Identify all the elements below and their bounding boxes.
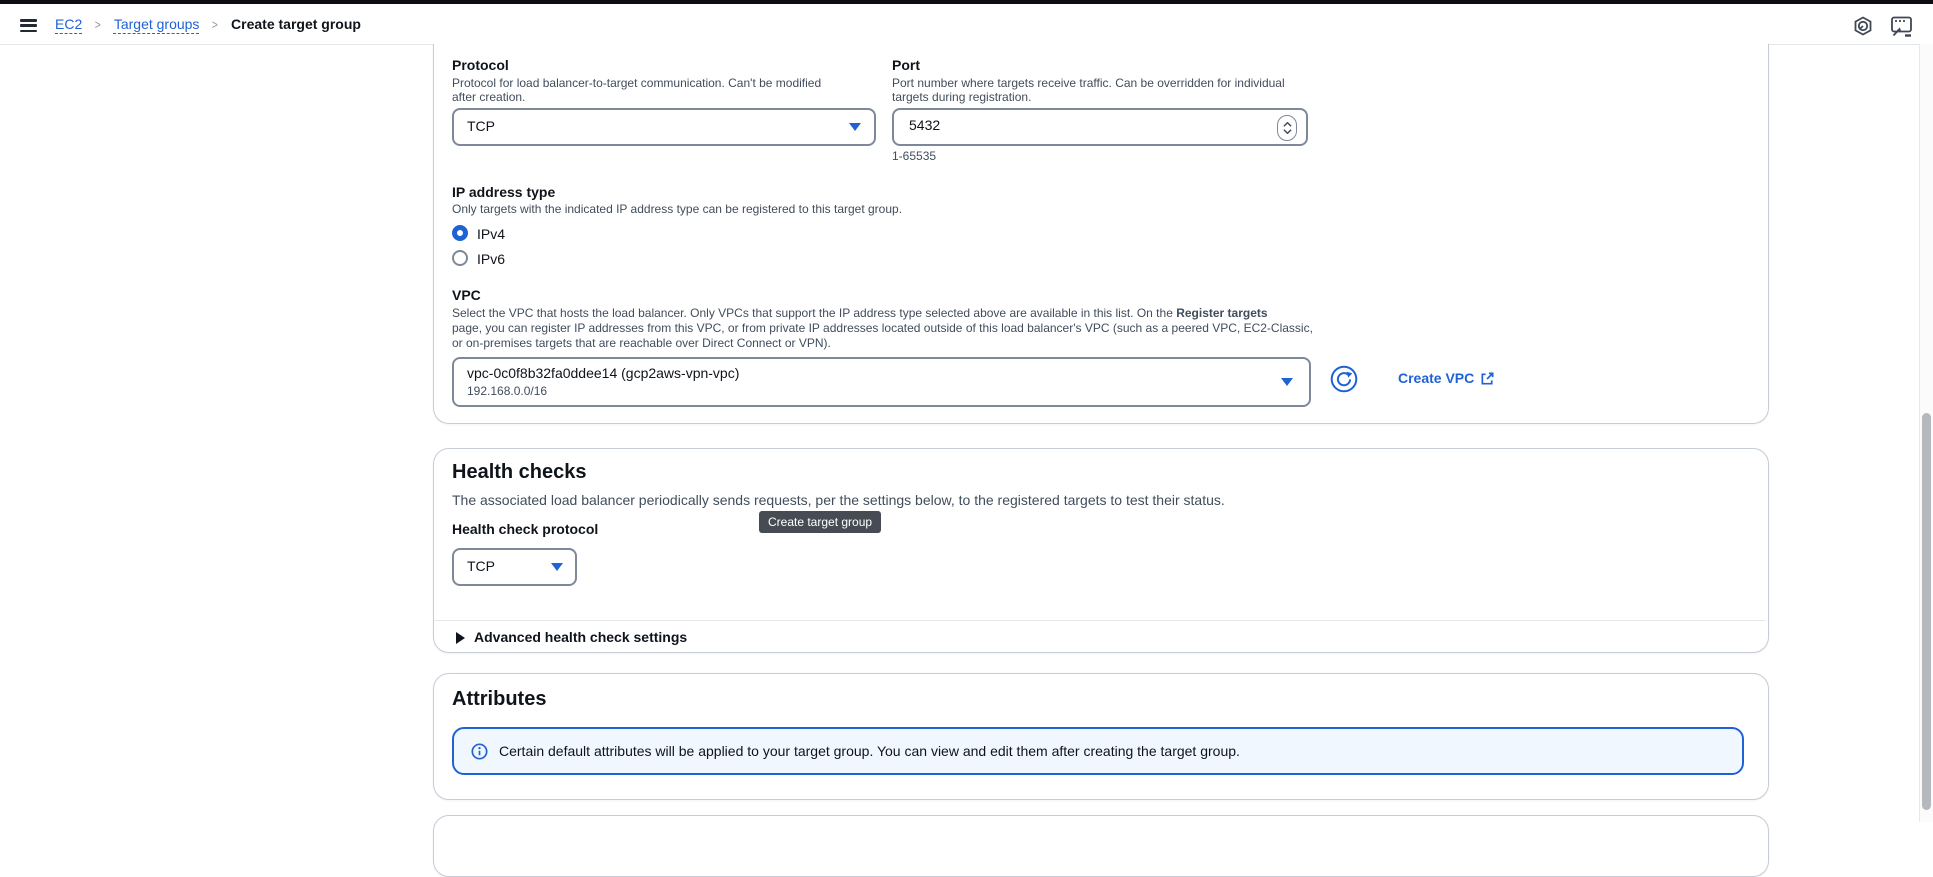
screen-control-icon[interactable] [1890,16,1914,42]
caret-down-icon [849,123,861,131]
protocol-select-value: TCP [467,118,495,134]
hamburger-menu-icon[interactable] [20,19,37,32]
health-check-protocol-label: Health check protocol [452,521,598,537]
chevron-right-icon: > [95,17,101,32]
protocol-select[interactable]: TCP [452,108,876,146]
info-icon [471,743,488,760]
section-divider [434,620,1766,621]
advanced-health-check-settings-expander[interactable]: Advanced health check settings [452,626,852,650]
breadcrumb-current-page: Create target group [231,16,361,32]
refresh-icon [1330,365,1358,393]
breadcrumb-link-target-groups[interactable]: Target groups [114,16,200,32]
ip-address-type-label: IP address type [452,184,555,200]
create-vpc-link-label: Create VPC [1398,370,1474,386]
next-section-card [433,815,1769,877]
breadcrumb-link-ec2[interactable]: EC2 [55,16,82,32]
vpc-description-line3: or on-premises targets that are reachabl… [452,336,831,350]
attributes-alert-text: Certain default attributes will be appli… [499,743,1240,759]
vpc-description-line1: Select the VPC that hosts the load balan… [452,306,1268,320]
protocol-label: Protocol [452,57,509,73]
port-stepper[interactable] [1277,115,1297,141]
breadcrumb-bar: EC2 > Target groups > Create target grou… [0,4,1933,45]
chevron-up-icon [1283,122,1292,127]
vpc-select[interactable]: vpc-0c0f8b32fa0ddee14 (gcp2aws-vpn-vpc) … [452,357,1311,407]
chevron-right-icon: > [212,17,218,32]
vpc-label: VPC [452,287,481,303]
chevron-down-icon [1283,129,1292,134]
health-check-protocol-value: TCP [467,558,495,574]
cursor-tooltip: Create target group [759,511,881,533]
attributes-title: Attributes [452,688,546,711]
port-description-line2: targets during registration. [892,90,1031,104]
port-range-hint: 1-65535 [892,149,936,163]
advanced-health-check-settings-label: Advanced health check settings [474,629,687,645]
caret-down-icon [551,563,563,571]
vertical-scrollbar-thumb[interactable] [1922,413,1931,810]
protocol-description-line2: after creation. [452,90,525,104]
vpc-select-value: vpc-0c0f8b32fa0ddee14 (gcp2aws-vpn-vpc) [467,365,739,381]
hexagon-status-icon[interactable] [1853,16,1873,41]
radio-button-icon [452,225,468,241]
health-checks-title: Health checks [452,461,587,484]
health-check-protocol-select[interactable]: TCP [452,548,577,586]
external-link-icon [1480,371,1495,386]
radio-label-ipv4: IPv4 [477,226,505,242]
breadcrumb: EC2 > Target groups > Create target grou… [55,4,361,44]
port-input[interactable] [907,116,1241,134]
ip-address-type-description: Only targets with the indicated IP addre… [452,202,902,216]
port-field-wrapper [892,108,1308,146]
attributes-info-alert: Certain default attributes will be appli… [452,727,1744,775]
health-checks-card [433,448,1769,653]
radio-option-ipv4[interactable]: IPv4 [452,225,572,243]
triangle-right-icon [456,632,465,644]
create-vpc-link[interactable]: Create VPC [1398,370,1495,386]
vpc-description-line1-text: Select the VPC that hosts the load balan… [452,306,1176,320]
radio-option-ipv6[interactable]: IPv6 [452,250,572,268]
health-checks-description: The associated load balancer periodicall… [452,492,1225,508]
port-label: Port [892,57,920,73]
vpc-description-register-targets: Register targets [1176,306,1267,320]
vpc-select-cidr: 192.168.0.0/16 [467,384,547,398]
caret-down-icon [1281,378,1293,386]
refresh-vpc-button[interactable] [1330,365,1358,393]
port-description-line1: Port number where targets receive traffi… [892,76,1285,90]
vpc-description-line2: page, you can register IP addresses from… [452,321,1313,335]
protocol-description-line1: Protocol for load balancer-to-target com… [452,76,821,90]
radio-label-ipv6: IPv6 [477,251,505,267]
radio-button-icon [452,250,468,266]
